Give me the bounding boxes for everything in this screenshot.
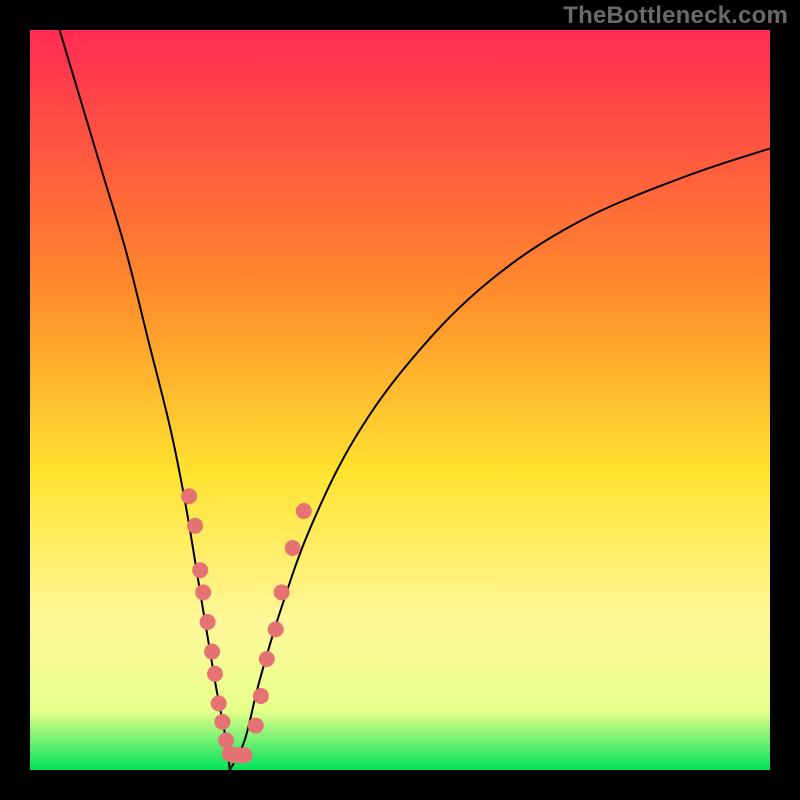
data-marker bbox=[248, 718, 264, 734]
data-marker bbox=[204, 644, 220, 660]
plot-area bbox=[30, 30, 770, 770]
data-marker bbox=[253, 688, 269, 704]
data-marker bbox=[268, 621, 284, 637]
data-marker bbox=[296, 503, 312, 519]
data-marker bbox=[211, 695, 227, 711]
gradient-background bbox=[30, 30, 770, 770]
data-marker bbox=[207, 666, 223, 682]
data-marker bbox=[181, 488, 197, 504]
data-marker bbox=[187, 518, 203, 534]
bottleneck-curve-chart bbox=[30, 30, 770, 770]
data-marker bbox=[200, 614, 216, 630]
data-marker bbox=[274, 584, 290, 600]
watermark-text: TheBottleneck.com bbox=[563, 2, 788, 30]
data-marker bbox=[214, 714, 230, 730]
data-marker bbox=[259, 651, 275, 667]
data-marker bbox=[192, 562, 208, 578]
data-marker bbox=[237, 747, 253, 763]
data-marker bbox=[195, 584, 211, 600]
chart-outer: TheBottleneck.com bbox=[0, 0, 800, 800]
data-marker bbox=[285, 540, 301, 556]
